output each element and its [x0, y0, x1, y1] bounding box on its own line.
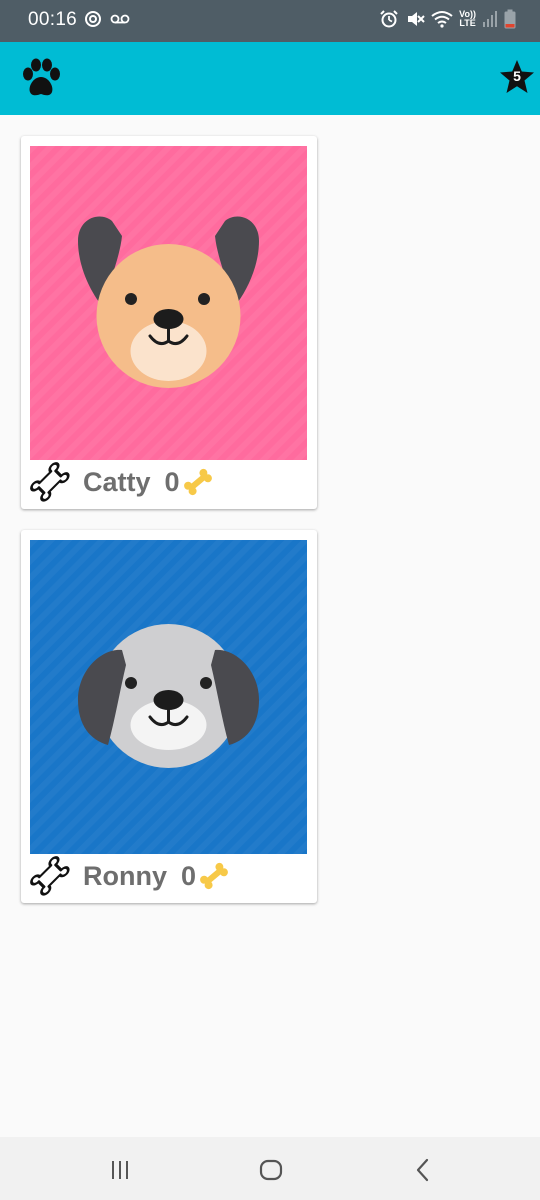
battery-icon	[504, 9, 516, 29]
status-time: 00:16	[28, 9, 78, 30]
pet-card[interactable]: Ronny 0	[21, 530, 317, 903]
pet-name: Ronny	[83, 860, 167, 891]
bone-count: 0	[181, 860, 197, 891]
dog-face-illustration	[30, 146, 307, 460]
wifi-icon	[431, 11, 453, 28]
sync-icon	[85, 11, 101, 27]
star-badge[interactable]: 5	[498, 58, 536, 96]
back-icon[interactable]	[408, 1155, 438, 1185]
bone-count: 0	[164, 466, 180, 497]
status-bar: 00:16 Vo)) LTE	[0, 0, 540, 42]
bone-outline-icon[interactable]	[29, 461, 71, 503]
pet-card[interactable]: Catty 0	[21, 136, 317, 509]
star-count: 5	[513, 68, 521, 84]
pet-list: Catty 0 Ronny 0	[0, 115, 540, 1137]
volte-lte-icon: Vo)) LTE	[459, 10, 476, 28]
pet-image	[30, 146, 307, 460]
home-icon[interactable]	[256, 1155, 286, 1185]
recent-apps-icon[interactable]	[105, 1155, 135, 1185]
pet-card-footer: Catty 0	[29, 460, 315, 504]
navigation-bar	[0, 1137, 540, 1200]
lte-label: LTE	[459, 18, 476, 28]
pet-name: Catty	[83, 466, 151, 497]
pet-card-footer: Ronny 0	[29, 854, 315, 898]
voicemail-icon	[110, 14, 130, 24]
paw-icon[interactable]	[20, 57, 62, 99]
bone-icon	[200, 862, 228, 890]
mute-icon	[408, 12, 425, 26]
alarm-icon	[380, 10, 398, 28]
signal-icon	[483, 11, 497, 27]
bone-icon	[183, 468, 212, 496]
app-bar: 5	[0, 42, 540, 115]
pet-image	[30, 540, 307, 854]
dog-face-illustration	[30, 540, 307, 854]
bone-outline-icon[interactable]	[29, 855, 71, 897]
